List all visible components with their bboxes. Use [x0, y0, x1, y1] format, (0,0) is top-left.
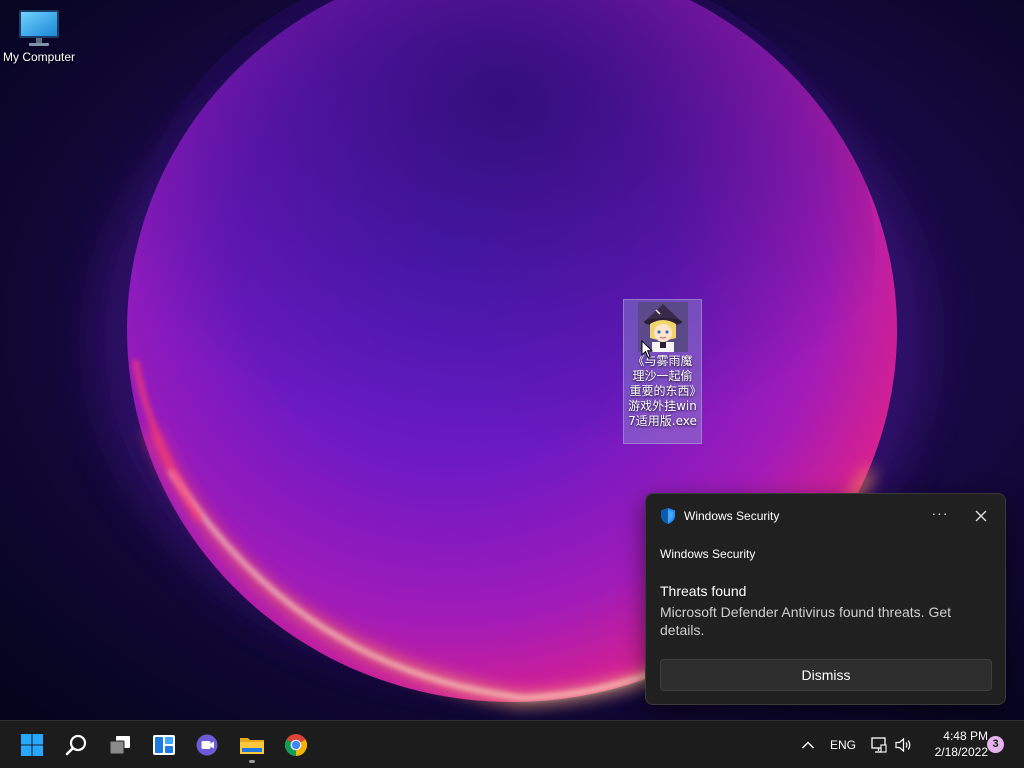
widgets-button[interactable]	[144, 725, 184, 765]
clock-time: 4:48 PM	[943, 729, 988, 743]
monitor-icon	[19, 10, 59, 46]
widgets-icon	[153, 735, 175, 755]
close-icon[interactable]	[973, 508, 989, 524]
security-notification-toast[interactable]: Windows Security ··· Windows Security Th…	[645, 493, 1006, 705]
desktop: My Computer 《与雾雨魔理沙一起偷重要的东西》游戏外挂win7适用版.…	[0, 0, 1024, 720]
chrome-button[interactable]	[276, 725, 316, 765]
toast-header-app-name: Windows Security	[684, 509, 780, 523]
desktop-icon-label: 《与雾雨魔理沙一起偷重要的东西》游戏外挂win7适用版.exe	[628, 354, 697, 428]
toast-app-name: Windows Security	[660, 547, 756, 561]
desktop-icon-my-computer[interactable]: My Computer	[0, 8, 78, 64]
folder-icon	[240, 738, 264, 754]
input-language-indicator[interactable]: ENG	[826, 721, 860, 768]
search-icon	[65, 734, 87, 756]
file-explorer-button[interactable]	[232, 725, 272, 765]
toast-body[interactable]: Microsoft Defender Antivirus found threa…	[660, 603, 980, 639]
volume-button[interactable]	[893, 721, 915, 768]
notification-count-badge[interactable]: 3	[987, 736, 1004, 753]
network-button[interactable]	[869, 721, 889, 768]
toast-header: Windows Security	[660, 507, 779, 525]
more-options-icon[interactable]: ···	[929, 506, 951, 526]
windows-security-shield-icon	[661, 508, 675, 524]
clock-date: 2/18/2022	[934, 745, 988, 759]
network-wired-icon	[871, 736, 887, 753]
start-button[interactable]	[12, 725, 52, 765]
mouse-cursor-icon	[641, 340, 653, 359]
teams-chat-icon	[196, 734, 218, 756]
dismiss-button[interactable]: Dismiss	[660, 659, 992, 691]
taskbar: ENG 4:48 PM 2/18/2022 3	[0, 720, 1024, 768]
chat-button[interactable]	[188, 725, 228, 765]
task-view-icon	[109, 736, 130, 755]
chevron-up-icon	[802, 741, 814, 748]
chrome-icon	[285, 734, 307, 756]
desktop-icon-game-exe[interactable]: 《与雾雨魔理沙一起偷重要的东西》游戏外挂win7适用版.exe	[623, 299, 702, 444]
clock[interactable]: 4:48 PM 2/18/2022	[920, 728, 988, 760]
windows-start-icon	[21, 734, 43, 756]
show-hidden-icons-button[interactable]	[798, 721, 818, 768]
running-indicator	[249, 760, 255, 763]
toast-title: Threats found	[660, 583, 747, 599]
speaker-icon	[895, 737, 911, 752]
search-button[interactable]	[56, 725, 96, 765]
desktop-icon-label: My Computer	[2, 50, 76, 64]
task-view-button[interactable]	[100, 725, 140, 765]
